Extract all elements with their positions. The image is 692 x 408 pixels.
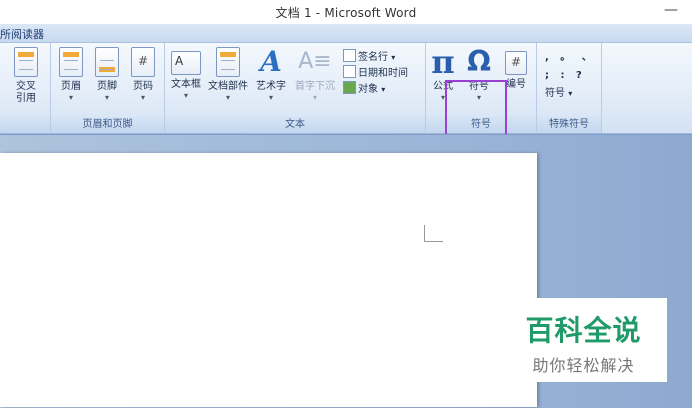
chevron-down-icon: ▾ — [312, 93, 317, 102]
signature-line-label: 签名行 — [358, 52, 388, 63]
window-title: 文档 1 - Microsoft Word — [275, 6, 417, 20]
header-label: 页眉 — [61, 81, 81, 92]
page-number-icon: # — [131, 47, 155, 77]
watermark-title: 百科全说 — [525, 314, 642, 347]
cross-reference-icon — [14, 47, 38, 77]
chevron-down-icon: ▾ — [568, 89, 573, 98]
numbering-icon: # — [505, 51, 527, 75]
footer-button[interactable]: 页脚 ▾ — [91, 47, 123, 102]
cross-reference-label-2: 引用 — [16, 93, 36, 104]
drop-cap-button[interactable]: A≡ 首字下沉 ▾ — [291, 47, 339, 102]
page-number-label: 页码 — [133, 81, 153, 92]
chevron-down-icon: ▾ — [381, 85, 386, 94]
signature-line-button[interactable]: 签名行 ▾ — [343, 49, 395, 64]
text-box-label: 文本框 — [171, 79, 201, 90]
watermark-subtitle: 助你轻松解决 — [532, 356, 635, 375]
ribbon: 交叉 引用 页眉 ▾ 页脚 ▾ # 页码 ▾ 页眉和页脚 A 文本框 ▾ 文档部… — [0, 43, 692, 165]
special-punct-row-2[interactable]: ; : ? — [545, 69, 586, 82]
watermark-logo: 百科全说 助你轻松解决 — [500, 298, 667, 382]
signature-icon — [343, 49, 356, 62]
special-symbol-button[interactable]: 符号 ▾ — [545, 87, 572, 100]
wordart-icon: A — [260, 45, 282, 78]
page-number-button[interactable]: # 页码 ▾ — [127, 47, 159, 102]
chevron-down-icon: ▾ — [183, 91, 188, 100]
date-time-button[interactable]: 日期和时间 — [343, 65, 408, 80]
ribbon-tab-strip: 所阅读器 — [0, 24, 692, 43]
drop-cap-icon: A≡ — [298, 49, 332, 74]
drop-cap-label: 首字下沉 — [295, 81, 335, 92]
group-text: A 文本框 ▾ 文档部件 ▾ A 艺术字 ▾ A≡ 首字下沉 ▾ 签名行 ▾ 日… — [165, 43, 426, 133]
quick-parts-label: 文档部件 — [208, 81, 248, 92]
header-icon — [59, 47, 83, 77]
chevron-down-icon: ▾ — [140, 93, 145, 102]
text-margin-marker — [424, 225, 443, 242]
omega-icon: Ω — [467, 45, 491, 78]
cross-reference-button[interactable]: 交叉 引用 — [8, 47, 44, 105]
wordart-label: 艺术字 — [256, 81, 286, 92]
quick-parts-icon — [216, 47, 240, 77]
group-label-left — [0, 117, 50, 133]
object-button[interactable]: 对象 ▾ — [343, 81, 385, 96]
cross-reference-label-1: 交叉 — [16, 81, 36, 92]
object-icon — [343, 81, 356, 94]
group-references-partial: 交叉 引用 — [0, 43, 51, 133]
date-time-label: 日期和时间 — [358, 68, 408, 79]
object-label: 对象 — [358, 84, 378, 95]
pi-icon: π — [431, 43, 455, 81]
title-bar: 文档 1 - Microsoft Word — — [0, 0, 692, 24]
group-label-special: 特殊符号 — [537, 117, 601, 133]
footer-icon — [95, 47, 119, 77]
chevron-down-icon: ▾ — [268, 93, 273, 102]
quick-parts-button[interactable]: 文档部件 ▾ — [205, 47, 251, 102]
calendar-icon — [343, 65, 356, 78]
chevron-down-icon: ▾ — [68, 93, 73, 102]
document-page[interactable] — [0, 153, 537, 407]
wordart-button[interactable]: A 艺术字 ▾ — [253, 45, 289, 103]
footer-label: 页脚 — [97, 81, 117, 92]
text-box-icon: A — [171, 51, 201, 75]
header-button[interactable]: 页眉 ▾ — [55, 47, 87, 102]
group-special-symbols: , 。 、 ; : ? 符号 ▾ 特殊符号 — [537, 43, 602, 133]
special-punct-row-1[interactable]: , 。 、 — [545, 51, 596, 64]
chevron-down-icon: ▾ — [104, 93, 109, 102]
text-box-button[interactable]: A 文本框 ▾ — [168, 47, 204, 100]
chevron-down-icon: ▾ — [391, 53, 396, 62]
group-header-footer: 页眉 ▾ 页脚 ▾ # 页码 ▾ 页眉和页脚 — [51, 43, 165, 133]
group-label-header-footer: 页眉和页脚 — [51, 117, 164, 133]
minimize-button[interactable]: — — [664, 2, 678, 18]
chevron-down-icon: ▾ — [225, 93, 230, 102]
tab-reader[interactable]: 所阅读器 — [0, 26, 44, 42]
group-label-text: 文本 — [165, 117, 425, 133]
special-symbol-label: 符号 — [545, 88, 565, 99]
